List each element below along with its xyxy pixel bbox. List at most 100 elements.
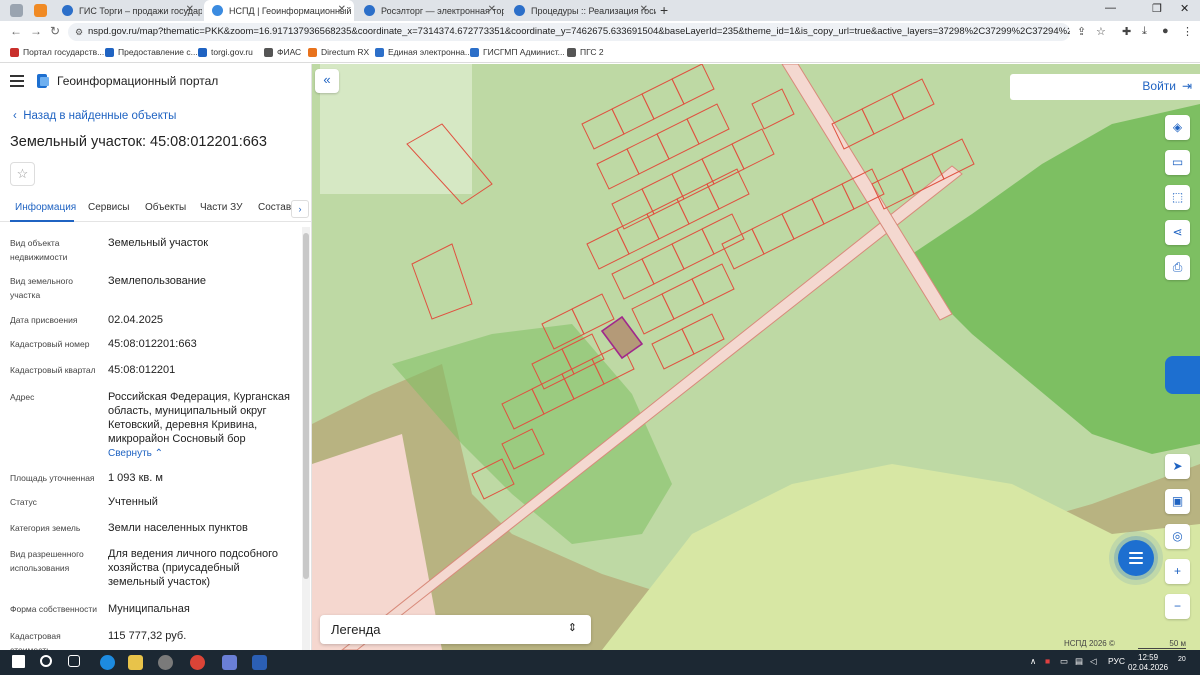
tab-parts[interactable]: Части ЗУ	[200, 202, 242, 213]
bookmark-item[interactable]: Единая электронна...	[375, 47, 472, 57]
file-explorer-icon[interactable]	[128, 655, 143, 670]
tab-roseltorg[interactable]: Росэлторг — электронная торг ✕	[356, 0, 504, 21]
collapse-sidebar-icon[interactable]: «	[315, 69, 339, 93]
word-icon[interactable]	[252, 655, 267, 670]
close-icon[interactable]: ✕	[488, 4, 496, 15]
close-icon[interactable]: ✕	[338, 4, 346, 15]
globe-icon	[364, 5, 375, 16]
yandex-icon[interactable]	[222, 655, 237, 670]
edge-icon[interactable]	[100, 655, 115, 670]
bookmark-item[interactable]: Directum RX	[308, 47, 369, 57]
sidebar-scrollbar[interactable]	[302, 227, 310, 650]
portal-title: Геоинформационный портал	[57, 74, 219, 88]
reload-icon[interactable]: ↻	[50, 24, 60, 38]
profile-icon[interactable]: ●	[1162, 25, 1169, 37]
bookmark-item[interactable]: Предоставление с...	[105, 47, 198, 57]
search-icon[interactable]	[40, 655, 52, 667]
forward-arrow-icon[interactable]: →	[30, 24, 42, 38]
fias-icon	[264, 47, 273, 57]
tray-chevron-icon[interactable]: ∧	[1030, 656, 1036, 667]
tab-information[interactable]: Информация	[15, 202, 76, 213]
gosuslugi-icon	[105, 47, 114, 57]
chrome-icon[interactable]	[190, 655, 205, 670]
bookmark-item[interactable]: torgi.gov.ru	[198, 47, 253, 57]
globe-icon	[375, 47, 384, 57]
volume-icon[interactable]: ◁	[1090, 656, 1097, 667]
property-value: Земли населенных пунктов	[108, 522, 248, 534]
tab-procedures[interactable]: Процедуры :: Реализация госим ✕	[506, 0, 656, 21]
bookmark-label: ФИАС	[277, 47, 302, 57]
property-label: Кадастровый квартал	[10, 365, 96, 375]
property-label: Вид объекта недвижимости	[10, 238, 68, 262]
close-icon[interactable]: ✕	[186, 4, 194, 15]
minimize-icon[interactable]: —	[1105, 2, 1116, 14]
site-info-icon[interactable]: ⚙	[75, 23, 83, 41]
maximize-icon[interactable]: ❐	[1152, 2, 1162, 15]
url-field[interactable]: ⚙ nspd.gov.ru/map?thematic=PKK&zoom=16.9…	[68, 23, 1070, 41]
close-icon[interactable]: ✕	[640, 4, 648, 15]
torgi-icon	[198, 47, 207, 57]
downloads-icon[interactable]: ⤓	[1142, 25, 1147, 38]
battery-icon[interactable]: ▤	[1075, 656, 1083, 667]
print-icon[interactable]: ⎙	[1165, 255, 1190, 280]
pinned-tab-icon[interactable]	[34, 4, 47, 17]
back-arrow-icon[interactable]: ←	[10, 24, 22, 38]
scrollbar-thumb[interactable]	[303, 233, 309, 579]
bookmark-item[interactable]: Портал государств...	[10, 47, 104, 57]
browser-menu-icon[interactable]	[10, 4, 23, 17]
tabs-scroll-right-icon[interactable]: ›	[291, 200, 309, 218]
globe-icon	[62, 5, 73, 16]
property-label: Категория земель	[10, 523, 81, 533]
browser-menu-dots-icon[interactable]: ⋮	[1182, 25, 1193, 38]
favorite-star-icon[interactable]: ☆	[10, 162, 35, 186]
notifications-badge[interactable]: 20	[1178, 656, 1186, 663]
select-area-icon[interactable]: ⬚	[1165, 185, 1190, 210]
share-map-icon[interactable]: ⋖	[1165, 220, 1190, 245]
system-clock[interactable]: 12:59 02.04.2026	[1128, 653, 1168, 673]
collapse-address-link[interactable]: Свернуть ⌃	[108, 447, 294, 461]
ruler-icon[interactable]: ▭	[1165, 150, 1190, 175]
side-panel-tab-icon[interactable]	[1165, 356, 1200, 394]
legend-dropdown[interactable]: Легенда ⇕	[320, 615, 591, 644]
chat-support-icon[interactable]	[1118, 540, 1154, 576]
tab-label: Росэлторг — электронная торг	[381, 5, 504, 16]
property-label: Статус	[10, 497, 37, 507]
share-icon[interactable]: ⇪	[1077, 25, 1086, 38]
zoom-out-icon[interactable]: −	[1165, 594, 1190, 619]
bookmark-item[interactable]: ГИСГМП Админист...	[470, 47, 565, 57]
zoom-in-icon[interactable]: +	[1165, 559, 1190, 584]
app-icon[interactable]	[158, 655, 173, 670]
back-to-results-link[interactable]: ‹ Назад в найденные объекты	[13, 110, 176, 122]
minimap-icon[interactable]: ▣	[1165, 489, 1190, 514]
layers-icon[interactable]: ◈	[1165, 115, 1190, 140]
bookmark-star-icon[interactable]: ☆	[1096, 25, 1106, 38]
extensions-icon[interactable]: ✚	[1122, 25, 1131, 38]
page-title: Земельный участок: 45:08:012201:663	[10, 134, 267, 150]
hamburger-menu-icon[interactable]	[10, 75, 24, 87]
antivirus-icon[interactable]: ■	[1045, 656, 1050, 666]
bookmarks-bar: Портал государств... Предоставление с...…	[0, 43, 1200, 63]
tab-services[interactable]: Сервисы	[88, 202, 129, 213]
search-location-icon[interactable]: ◎	[1165, 524, 1190, 549]
login-label: Войти	[1142, 79, 1176, 93]
tab-composition[interactable]: Состав	[258, 202, 291, 213]
status-value: Учтенный	[108, 496, 158, 508]
network-icon[interactable]: ▭	[1060, 656, 1068, 667]
collapse-label: Свернуть	[108, 448, 152, 459]
windows-start-icon[interactable]	[12, 655, 25, 668]
login-arrow-icon: ⇥	[1181, 79, 1192, 93]
new-tab-icon[interactable]: +	[660, 2, 668, 18]
login-button[interactable]: Войти ⇥	[1010, 74, 1200, 100]
window-close-icon[interactable]: ✕	[1180, 2, 1189, 15]
geolocation-icon[interactable]: ➤	[1165, 454, 1190, 479]
bookmark-item[interactable]: ПГС 2	[567, 47, 604, 57]
tab-gis-torgi[interactable]: ГИС Торги – продажи государс ✕	[54, 0, 202, 21]
object-tabs: Информация Сервисы Объекты Части ЗУ Сост…	[0, 196, 311, 222]
tab-nspd[interactable]: НСПД | Геоинформационный п ✕	[204, 0, 354, 21]
tab-objects[interactable]: Объекты	[145, 202, 186, 213]
map-canvas[interactable]: « Войти ⇥ ◈ ▭ ⬚ ⋖ ⎙ ➤ ▣ ◎ + − Легенда ⇕ …	[312, 64, 1200, 650]
language-indicator[interactable]: РУС	[1108, 656, 1125, 666]
task-view-icon[interactable]	[68, 655, 80, 667]
property-label: Кадастровый номер	[10, 339, 90, 349]
bookmark-item[interactable]: ФИАС	[264, 47, 301, 57]
